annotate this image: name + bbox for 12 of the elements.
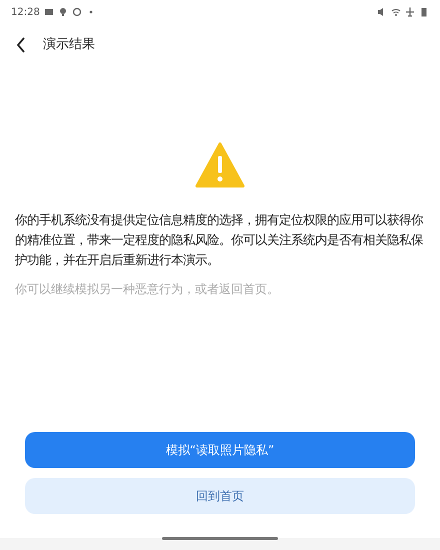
page-title: 演示结果 bbox=[43, 36, 95, 54]
warning-icon bbox=[195, 142, 245, 188]
battery-icon bbox=[419, 7, 429, 17]
wifi-icon bbox=[391, 7, 401, 17]
simulate-button[interactable]: 模拟“读取照片隐私” bbox=[25, 432, 415, 468]
home-button[interactable]: 回到首页 bbox=[25, 478, 415, 514]
status-time: 12:28 bbox=[11, 6, 40, 20]
back-icon[interactable] bbox=[16, 37, 26, 53]
result-message: 你的手机系统没有提供定位信息精度的选择，拥有定位权限的应用可以获得你的精准位置，带来一定程度的隐私风险。你可以关注系统内是否有相关隐私保护功能，并在开启后重新进行本演示。 bbox=[14, 211, 424, 269]
image-icon bbox=[44, 7, 54, 17]
hint-text: 你可以继续模拟另一种恶意行为，或者返回首页。 bbox=[14, 281, 280, 298]
bulb-icon bbox=[58, 7, 68, 17]
